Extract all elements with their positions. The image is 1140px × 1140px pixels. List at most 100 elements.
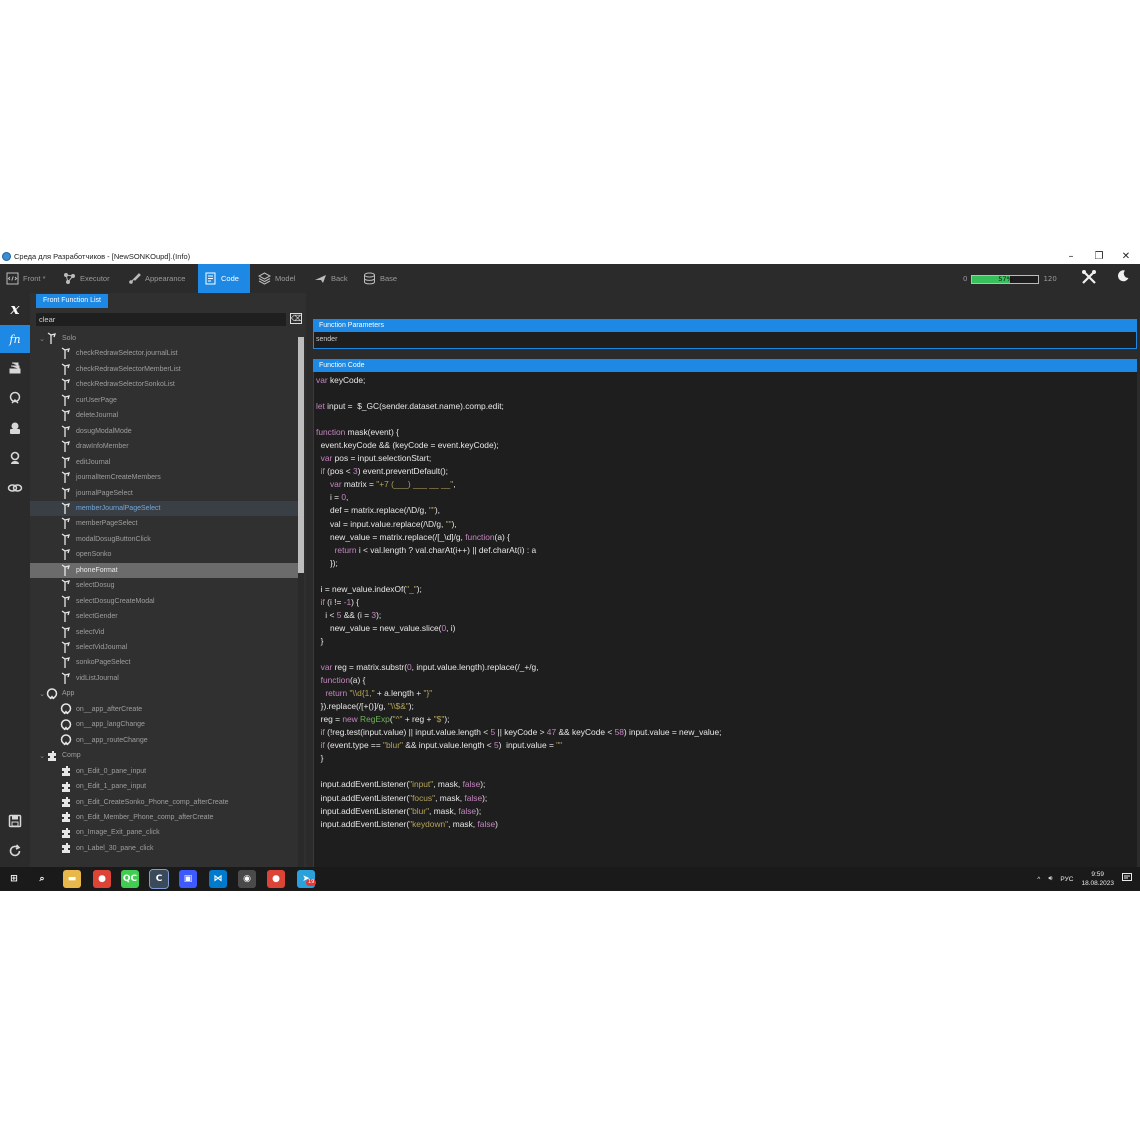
chrome-icon[interactable]: ● [93,870,111,888]
progress-text: 57% [998,274,1013,283]
tree-scrollbar-thumb[interactable] [298,337,304,573]
function-list-panel: Front Function List ⌫ ⌄ Solo checkRedrawSe… [30,293,306,871]
tree-item[interactable]: memberJournalPageSelect [30,500,298,516]
tree-item[interactable]: dosugModalMode [30,424,298,439]
clear-search-button[interactable]: ⌫ [290,313,302,324]
code-line: if (event.type == "blur" && input.value.… [320,740,563,751]
close-button[interactable]: ✕ [1112,249,1140,264]
code-editor[interactable]: var keyCode; let input = $_GC(sender.dat… [313,372,1137,869]
component-event-icon [60,826,72,839]
tree-item[interactable]: journalItemCreateMembers [30,470,298,485]
tree-item[interactable]: on_Edit_0_pane_input [30,764,298,779]
tree-scrollbar[interactable] [298,337,304,871]
rail-save-button[interactable] [0,808,30,836]
tree-label: on_Label_30_pane_click [76,844,154,852]
tree-item[interactable]: selectDosug [30,578,298,593]
tree-item[interactable]: deleteJournal [30,408,298,423]
code-line: i = new_value.indexOf("_"); [316,583,422,594]
steam-like-icon[interactable]: ◉ [238,870,256,888]
tree-item[interactable]: vidListJournal [30,671,298,686]
rail-functions-button[interactable]: fn [0,325,30,353]
tree-item[interactable]: on_Edit_1_pane_input [30,779,298,794]
rail-stack-button[interactable] [0,355,30,383]
rail-user-button[interactable] [0,445,30,473]
tree-group-solo[interactable]: ⌄ Solo [30,331,298,346]
collapse-chevron-icon[interactable]: ⌄ [38,752,46,760]
collapse-chevron-icon[interactable]: ⌄ [38,335,46,343]
tools-icon[interactable] [1080,269,1098,287]
tab-code[interactable]: Code [198,264,250,293]
rail-components-button[interactable] [0,415,30,443]
rail-link-button[interactable] [0,475,30,503]
notification-icon[interactable] [1122,873,1132,885]
chrome-2-icon[interactable]: ● [267,870,285,888]
collapse-chevron-icon[interactable]: ⌄ [38,690,46,698]
rail-events-button[interactable] [0,385,30,413]
function-parameters-input[interactable]: sender [313,332,1137,349]
tree-item[interactable]: editJournal [30,455,298,470]
vscode-icon[interactable]: ⋈ [209,870,227,888]
minimize-button[interactable]: – [1057,249,1085,264]
tab-front[interactable]: Front * [0,264,52,293]
tab-model[interactable]: Model [252,264,301,293]
tree-item[interactable]: curUserPage [30,393,298,408]
front-function-list-tab[interactable]: Front Function List [36,294,108,308]
code-text[interactable]: var keyCode; let input = $_GC(sender.dat… [316,374,721,831]
windows-start-icon[interactable]: ⊞ [5,870,23,888]
window-title: Среда для Разработчиков - [NewSONKOupd].… [14,252,191,261]
tree-item[interactable]: selectDosugCreateModal [30,594,298,609]
tree-group-comp[interactable]: ⌄ Comp [30,748,298,763]
tree-item[interactable]: on__app_routeChange [30,733,298,748]
rail-refresh-button[interactable] [0,838,30,866]
tree-item[interactable]: checkRedrawSelectorMemberList [30,362,298,377]
maximize-button[interactable]: ❐ [1085,249,1113,264]
dev-environment-icon[interactable]: C [149,869,169,889]
progress-bar: 57% [971,274,1040,284]
tree-item[interactable]: phoneFormat [30,562,298,578]
qt-creator-icon[interactable]: QC [121,870,139,888]
tree-item[interactable]: selectVidJournal [30,640,298,655]
tree-label: selectDosug [76,582,115,590]
file-explorer-icon[interactable]: ▬ [63,870,81,888]
database-icon [363,272,376,285]
search-icon[interactable]: ⌕ [33,870,51,888]
tree-group-app[interactable]: ⌄ App [30,686,298,701]
tree-item[interactable]: drawInfoMember [30,439,298,454]
tray-chevron-icon[interactable]: ^ [1037,876,1040,883]
function-search-input[interactable] [36,313,286,326]
tree-label: on__app_afterCreate [76,705,143,713]
code-line: }).replace(/[+()]/g, "\\$&"); [316,701,414,712]
tab-appearance[interactable]: Appearance [122,264,191,293]
solo-function-icon [60,672,72,685]
tree-item[interactable]: on_Edit_Member_Phone_comp_afterCreate [30,810,298,825]
tree-item[interactable]: on_Label_30_pane_click [30,841,298,856]
tree-item[interactable]: openSonko [30,547,298,562]
language-indicator[interactable]: РУС [1060,876,1073,883]
tree-item[interactable]: selectGender [30,609,298,624]
moon-icon[interactable] [1114,269,1132,287]
tab-back[interactable]: Back [308,264,354,293]
tree-item[interactable]: on_Edit_CreateSonko_Phone_comp_afterCrea… [30,795,298,810]
tree-label: sonkoPageSelect [76,659,131,667]
tree-item[interactable]: checkRedrawSelector.journalList [30,346,298,361]
tree-item[interactable]: on__app_afterCreate [30,702,298,717]
tree-item[interactable]: checkRedrawSelectorSonkoList [30,377,298,392]
tree-item[interactable]: memberPageSelect [30,516,298,531]
tree-item[interactable]: sonkoPageSelect [30,655,298,670]
tree-item[interactable]: journalPageSelect [30,486,298,501]
tree-item[interactable]: modalDosugButtonClick [30,532,298,547]
tree-item[interactable]: on__app_langChange [30,717,298,732]
save-app-icon[interactable]: ▣ [179,870,197,888]
tree-item[interactable]: on_Image_Exit_pane_click [30,825,298,840]
tab-executor[interactable]: Executor [57,264,116,293]
solo-function-icon [60,502,72,515]
tab-code-label: Code [221,274,239,283]
tree-item[interactable]: selectVid [30,625,298,640]
tree-label: selectGender [76,613,118,621]
tab-base[interactable]: Base [357,264,403,293]
tab-executor-label: Executor [80,274,110,283]
volume-icon[interactable]: 🔊︎ [1048,875,1052,883]
rail-variables-button[interactable]: x [0,295,30,323]
clock[interactable]: 9:59 18.08.2023 [1081,870,1114,888]
